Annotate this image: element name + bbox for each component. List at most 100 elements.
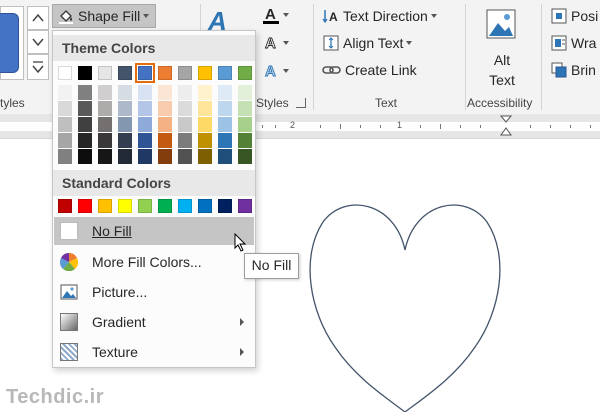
theme-shade-swatch[interactable]: [78, 133, 92, 148]
theme-shade-swatch[interactable]: [158, 133, 172, 148]
theme-shade-swatch[interactable]: [98, 149, 112, 164]
theme-shade-swatch[interactable]: [98, 85, 112, 100]
theme-shade-swatch[interactable]: [58, 117, 72, 132]
theme-shade-swatch[interactable]: [98, 117, 112, 132]
theme-shade-swatch[interactable]: [158, 101, 172, 116]
link-icon: [322, 66, 341, 74]
theme-shade-swatch[interactable]: [138, 117, 152, 132]
theme-color-swatch[interactable]: [78, 66, 92, 80]
theme-color-swatch[interactable]: [178, 66, 192, 80]
theme-shade-swatch[interactable]: [218, 133, 232, 148]
menu-item-picture[interactable]: Picture...: [54, 278, 254, 306]
wrap-text-label: Wra: [571, 35, 597, 51]
theme-color-swatch[interactable]: [198, 66, 212, 80]
theme-shade-swatch[interactable]: [178, 85, 192, 100]
theme-shade-swatch[interactable]: [178, 133, 192, 148]
text-fill-dropdown[interactable]: A: [262, 4, 289, 26]
menu-item-label: More Fill Colors...: [92, 254, 202, 270]
standard-color-swatch[interactable]: [178, 199, 192, 213]
theme-shade-swatch[interactable]: [58, 101, 72, 116]
shape-fill-button[interactable]: Shape Fill: [52, 4, 156, 28]
theme-shade-swatch[interactable]: [138, 133, 152, 148]
theme-shade-swatch[interactable]: [118, 133, 132, 148]
theme-shade-swatch[interactable]: [178, 101, 192, 116]
theme-shade-swatch[interactable]: [58, 85, 72, 100]
theme-shade-swatch[interactable]: [218, 149, 232, 164]
theme-shade-swatch[interactable]: [238, 133, 252, 148]
theme-shade-swatch[interactable]: [138, 149, 152, 164]
bring-forward-icon: [551, 62, 567, 78]
gallery-scroll-up[interactable]: [27, 6, 49, 30]
theme-shade-swatch[interactable]: [238, 117, 252, 132]
theme-color-swatch[interactable]: [98, 66, 112, 80]
text-direction-button[interactable]: A Text Direction: [322, 6, 437, 26]
standard-color-swatch[interactable]: [58, 199, 72, 213]
theme-shade-swatch[interactable]: [78, 117, 92, 132]
theme-shade-swatch[interactable]: [178, 149, 192, 164]
shape-style-thumbnail[interactable]: [0, 6, 24, 80]
theme-shade-swatch[interactable]: [138, 85, 152, 100]
dialog-launcher-icon[interactable]: [296, 98, 306, 108]
standard-color-swatch[interactable]: [158, 199, 172, 213]
theme-color-swatch[interactable]: [158, 66, 172, 80]
theme-shade-swatch[interactable]: [218, 85, 232, 100]
menu-item-no-fill[interactable]: No Fill: [54, 217, 254, 245]
menu-item-more-fill-colors[interactable]: More Fill Colors...: [54, 248, 254, 276]
theme-shade-swatch[interactable]: [218, 101, 232, 116]
standard-color-swatch[interactable]: [218, 199, 232, 213]
theme-shade-swatch[interactable]: [158, 85, 172, 100]
standard-color-swatch[interactable]: [138, 199, 152, 213]
standard-color-swatch[interactable]: [98, 199, 112, 213]
theme-color-swatch[interactable]: [118, 66, 132, 80]
theme-shade-swatch[interactable]: [78, 85, 92, 100]
indent-marker-icon[interactable]: [500, 115, 512, 137]
theme-shade-swatch[interactable]: [158, 117, 172, 132]
bring-forward-button[interactable]: Brin: [550, 60, 596, 80]
theme-shade-swatch[interactable]: [198, 117, 212, 132]
theme-shade-swatch[interactable]: [58, 133, 72, 148]
heart-shape[interactable]: [305, 172, 505, 412]
text-outline-dropdown[interactable]: A: [262, 32, 289, 54]
theme-shade-swatch[interactable]: [218, 117, 232, 132]
theme-color-swatch[interactable]: [218, 66, 232, 80]
standard-color-swatch[interactable]: [198, 199, 212, 213]
theme-shade-swatch[interactable]: [178, 117, 192, 132]
theme-shade-swatch[interactable]: [238, 85, 252, 100]
theme-shade-swatch[interactable]: [118, 117, 132, 132]
standard-color-swatch[interactable]: [78, 199, 92, 213]
gallery-scroll-down[interactable]: [27, 30, 49, 54]
menu-item-texture[interactable]: Texture: [54, 338, 254, 366]
theme-shade-swatch[interactable]: [118, 149, 132, 164]
svg-text:A: A: [329, 10, 338, 24]
theme-color-swatch[interactable]: [238, 66, 252, 80]
theme-color-swatch[interactable]: [135, 63, 155, 83]
standard-color-swatch[interactable]: [118, 199, 132, 213]
align-text-button[interactable]: Align Text: [322, 33, 413, 53]
theme-shade-swatch[interactable]: [78, 101, 92, 116]
alt-text-line1: Alt: [493, 52, 511, 68]
gallery-more[interactable]: [27, 54, 49, 80]
theme-shade-swatch[interactable]: [198, 101, 212, 116]
standard-color-swatch[interactable]: [238, 199, 252, 213]
theme-color-swatch[interactable]: [58, 66, 72, 80]
theme-shade-swatch[interactable]: [118, 101, 132, 116]
position-button[interactable]: Posi: [550, 6, 598, 26]
theme-shade-swatch[interactable]: [78, 149, 92, 164]
theme-shade-swatch[interactable]: [98, 133, 112, 148]
theme-shade-swatch[interactable]: [118, 85, 132, 100]
text-effects-dropdown[interactable]: A: [262, 60, 289, 82]
theme-shade-swatch[interactable]: [238, 101, 252, 116]
theme-shade-swatch[interactable]: [238, 149, 252, 164]
alt-text-button[interactable]: Alt Text: [473, 4, 531, 92]
menu-item-gradient[interactable]: Gradient: [54, 308, 254, 336]
theme-shade-swatch[interactable]: [98, 101, 112, 116]
theme-shade-swatch[interactable]: [198, 149, 212, 164]
theme-shade-swatch[interactable]: [138, 101, 152, 116]
wrap-text-button[interactable]: Wra: [550, 33, 596, 53]
theme-shade-swatch[interactable]: [198, 85, 212, 100]
theme-shade-swatch[interactable]: [58, 149, 72, 164]
create-link-button[interactable]: Create Link: [322, 60, 417, 80]
theme-shade-swatch[interactable]: [198, 133, 212, 148]
theme-shade-swatch[interactable]: [158, 149, 172, 164]
dropdown-caret-icon: [283, 69, 289, 73]
